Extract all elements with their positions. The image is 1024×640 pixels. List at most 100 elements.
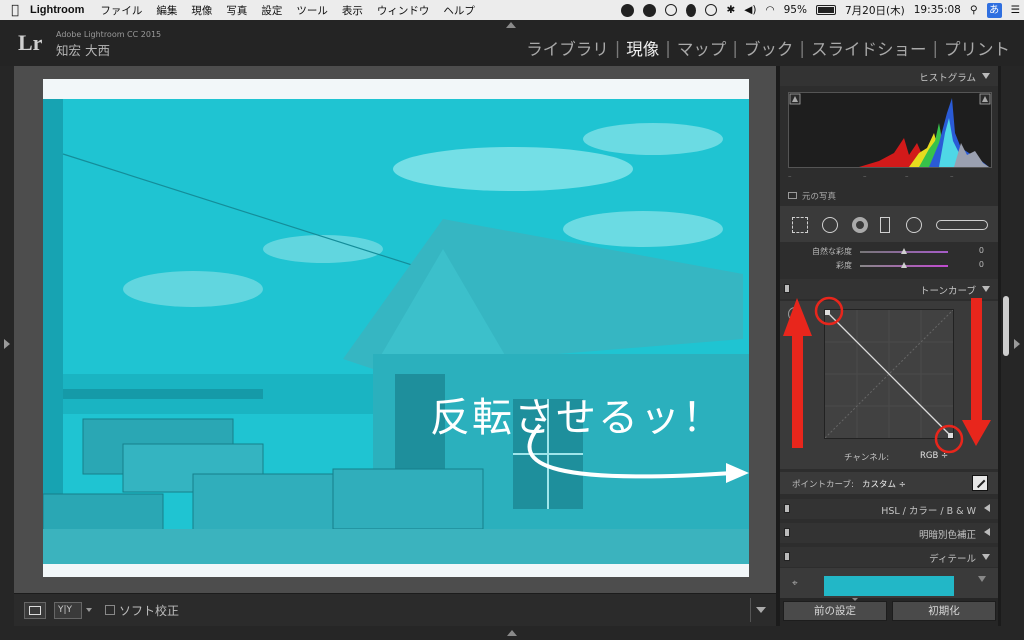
original-photo-icon[interactable]: [788, 192, 797, 199]
menu-window[interactable]: ウィンドウ: [377, 3, 430, 18]
previous-settings-button[interactable]: 前の設定: [783, 601, 887, 621]
right-panel-scrollbar[interactable]: [1001, 66, 1011, 626]
scrollbar-thumb[interactable]: [1003, 296, 1009, 356]
collapse-top-icon[interactable]: [506, 22, 516, 28]
detail-preview-toggle-icon[interactable]: [978, 576, 986, 582]
filmstrip-collapsed[interactable]: [0, 626, 1024, 640]
panel-button-row: 前の設定 初期化: [780, 598, 998, 626]
collapse-histogram-icon[interactable]: [982, 73, 990, 79]
identity-bar: Lr Adobe Lightroom CC 2015 知宏 大西 ライブラリ |…: [0, 20, 1024, 66]
module-book[interactable]: ブック: [738, 36, 800, 60]
wifi-icon[interactable]: ◠: [765, 4, 774, 16]
volume-icon[interactable]: ◀): [744, 4, 756, 16]
detail-header[interactable]: ディテール: [780, 547, 998, 567]
search-icon[interactable]: ⚲: [970, 4, 978, 16]
module-library[interactable]: ライブラリ: [520, 36, 615, 60]
module-map[interactable]: マップ: [671, 36, 733, 60]
crop-tool-icon[interactable]: [792, 217, 808, 233]
detail-target-icon[interactable]: ⌖: [792, 578, 798, 589]
menu-view[interactable]: 表示: [342, 3, 363, 18]
split-toning-header[interactable]: 明暗別色補正: [780, 523, 998, 543]
reset-button[interactable]: 初期化: [892, 601, 996, 621]
tone-curve-header[interactable]: トーンカーブ: [780, 279, 998, 299]
module-slideshow[interactable]: スライドショー: [805, 36, 933, 60]
menu-tools[interactable]: ツール: [296, 3, 328, 18]
graduated-filter-tool-icon[interactable]: [880, 217, 890, 233]
input-method-icon[interactable]: あ: [986, 2, 1002, 18]
view-options-dropdown-icon[interactable]: [86, 608, 92, 612]
point-curve-row: ポイントカーブ: カスタム ÷: [780, 472, 998, 494]
evernote-icon[interactable]: [686, 3, 697, 17]
adjustment-brush-tool-icon[interactable]: [936, 220, 988, 230]
radial-filter-tool-icon[interactable]: [906, 217, 922, 233]
expand-hsl-icon[interactable]: [984, 504, 990, 512]
menu-file[interactable]: ファイル: [100, 3, 142, 18]
collapse-right-icon[interactable]: [1014, 339, 1020, 349]
mac-menu-bar:  Lightroom ファイル 編集 現像 写真 設定 ツール 表示 ウィンド…: [0, 0, 1024, 20]
vibrance-slider-row[interactable]: 自然な彩度 0: [780, 246, 998, 258]
sync-icon[interactable]: [665, 4, 678, 16]
detail-preview-thumbnail[interactable]: [824, 576, 954, 596]
split-toning-toggle-icon[interactable]: [784, 528, 790, 537]
develop-right-panel: ヒストグラム – – – – 元の写真 自然な彩度 0 彩度 0 トーンカーブ …: [780, 66, 998, 626]
hsl-title: HSL / カラー / B & W: [881, 506, 976, 517]
photo-preview[interactable]: 反転させるッ！: [43, 99, 749, 564]
collapse-tone-curve-icon[interactable]: [982, 286, 990, 292]
vibrance-thumb-icon[interactable]: [901, 248, 907, 254]
hsl-header[interactable]: HSL / カラー / B & W: [780, 499, 998, 519]
histogram-header[interactable]: ヒストグラム: [780, 66, 998, 86]
menubar-date[interactable]: 7月20日(木): [845, 3, 905, 18]
battery-icon[interactable]: [815, 5, 836, 15]
tool-strip: [780, 206, 998, 242]
bluetooth-icon[interactable]: ✱: [726, 4, 735, 16]
image-canvas[interactable]: 反転させるッ！: [14, 66, 776, 593]
expand-left-icon[interactable]: [4, 339, 10, 349]
tone-curve-graph[interactable]: [824, 309, 954, 439]
tone-curve-toggle-icon[interactable]: [784, 284, 790, 293]
menu-help[interactable]: ヘルプ: [443, 3, 475, 18]
hsl-toggle-icon[interactable]: [784, 504, 790, 513]
channel-select[interactable]: RGB ÷: [920, 451, 948, 461]
menu-photo[interactable]: 写真: [226, 3, 247, 18]
previous-settings-dropdown-icon[interactable]: [852, 598, 858, 601]
targeted-adjustment-icon[interactable]: [788, 307, 802, 321]
saturation-value[interactable]: 0: [979, 260, 984, 269]
edit-point-curve-button[interactable]: [972, 475, 988, 491]
menu-develop[interactable]: 現像: [191, 3, 212, 18]
left-panel-collapsed[interactable]: [0, 66, 14, 626]
menu-edit[interactable]: 編集: [156, 3, 177, 18]
collapse-detail-icon[interactable]: [982, 554, 990, 560]
toolbar-content-dropdown-icon[interactable]: [756, 607, 766, 613]
menu-settings[interactable]: 設定: [261, 3, 282, 18]
module-print[interactable]: プリント: [938, 36, 1016, 60]
lightroom-logo: Lr: [18, 30, 43, 55]
saturation-slider-row[interactable]: 彩度 0: [780, 260, 998, 272]
red-eye-tool-icon[interactable]: [852, 217, 868, 233]
menubar-time[interactable]: 19:35:08: [914, 4, 961, 16]
histogram-graph[interactable]: [788, 92, 992, 168]
detail-panel-body: ⌖: [780, 568, 998, 598]
tone-curve-plot: [825, 310, 953, 438]
soft-proof-checkbox[interactable]: [105, 605, 115, 615]
creative-cloud-icon[interactable]: [643, 3, 657, 17]
vibrance-value[interactable]: 0: [979, 246, 984, 255]
saturation-label: 彩度: [836, 261, 852, 270]
saturation-thumb-icon[interactable]: [901, 262, 907, 268]
expand-split-toning-icon[interactable]: [984, 528, 990, 536]
point-curve-select[interactable]: カスタム ÷: [862, 478, 906, 490]
detail-title: ディテール: [929, 554, 976, 565]
apple-icon[interactable]: : [0, 3, 30, 18]
time-machine-icon[interactable]: [705, 4, 718, 16]
right-panel-edge[interactable]: [1011, 66, 1024, 626]
line-app-icon[interactable]: [621, 3, 635, 17]
identity-plate-name: 知宏 大西: [56, 43, 110, 58]
module-develop[interactable]: 現像: [620, 36, 665, 60]
app-menu[interactable]: Lightroom: [30, 4, 84, 16]
notification-center-icon[interactable]: ☰: [1011, 4, 1020, 16]
detail-toggle-icon[interactable]: [784, 552, 790, 561]
spot-removal-tool-icon[interactable]: [822, 217, 838, 233]
expand-filmstrip-icon[interactable]: [507, 630, 517, 636]
channel-label: チャンネル:: [844, 453, 890, 463]
before-after-button[interactable]: Y|Y: [54, 602, 82, 619]
loupe-view-button[interactable]: [24, 602, 46, 619]
